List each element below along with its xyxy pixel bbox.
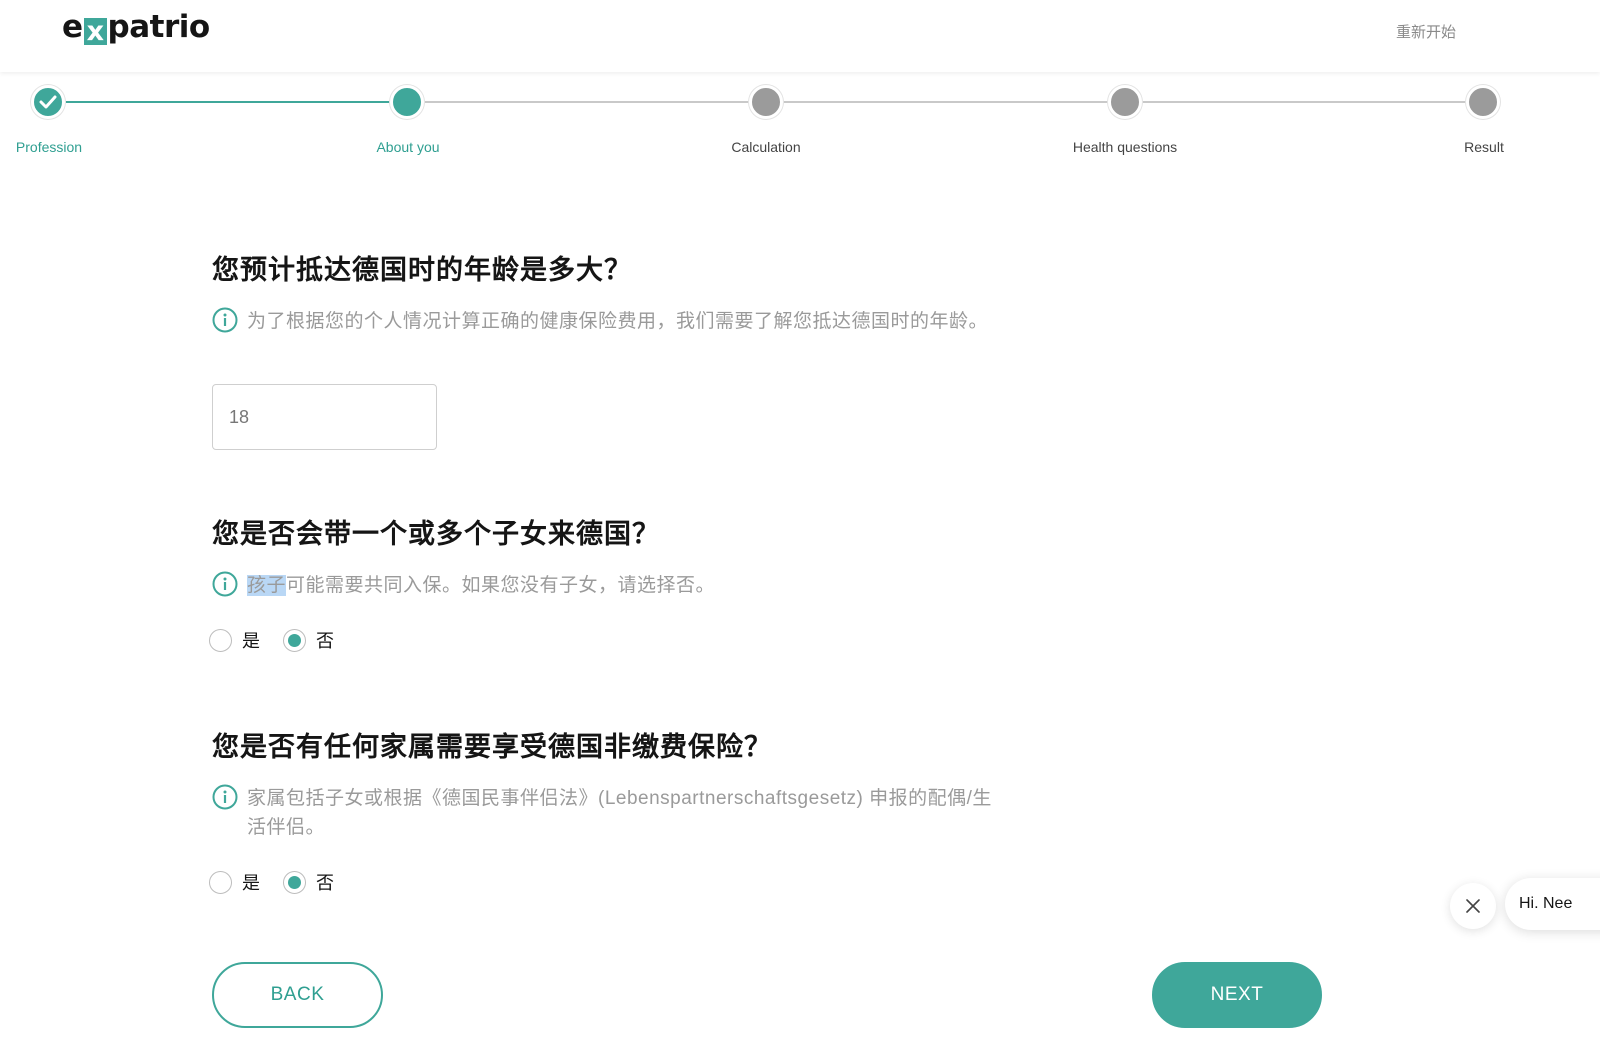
dependents-hint-text: 家属包括子女或根据《德国民事伴侣法》(Lebenspartnerschaftsg…: [247, 788, 992, 838]
age-input[interactable]: [212, 384, 437, 450]
info-icon: [212, 784, 238, 810]
step-label-profession[interactable]: Profession: [16, 139, 82, 155]
info-icon: [212, 307, 238, 333]
dependents-yes-radio[interactable]: [209, 870, 232, 894]
step-connector-2: [425, 101, 767, 103]
age-hint-text: 为了根据您的个人情况计算正确的健康保险费用，我们需要了解您抵达德国时的年龄。: [247, 311, 989, 332]
expatrio-logo[interactable]: e x patrio: [62, 8, 210, 46]
restart-link[interactable]: 重新开始: [1396, 21, 1456, 42]
close-icon: [1466, 899, 1480, 913]
step-label-calculation: Calculation: [731, 139, 801, 155]
children-hint: 孩子可能需要共同入保。如果您没有子女，请选择否。: [212, 571, 1012, 603]
next-button[interactable]: NEXT: [1152, 962, 1322, 1028]
step-connector-1: [66, 101, 408, 103]
dependents-radio-group: 是 否: [209, 869, 357, 895]
step-dot-about-you[interactable]: [390, 85, 424, 119]
dependents-no-radio[interactable]: [283, 870, 306, 894]
top-header: e x patrio 重新开始: [0, 0, 1600, 72]
step-dot-calculation: [749, 85, 783, 119]
children-yes-label[interactable]: 是: [242, 627, 260, 653]
children-no-label[interactable]: 否: [316, 627, 334, 653]
step-dot-profession[interactable]: [31, 85, 65, 119]
chat-greeting-bubble[interactable]: Hi. Nee: [1505, 878, 1600, 930]
children-no-radio[interactable]: [283, 628, 306, 652]
dependents-no-label[interactable]: 否: [316, 869, 334, 895]
dependents-hint: 家属包括子女或根据《德国民事伴侣法》(Lebenspartnerschaftsg…: [212, 784, 1012, 844]
dependents-yes-label[interactable]: 是: [242, 869, 260, 895]
chat-close-button[interactable]: [1450, 883, 1496, 929]
age-hint: 为了根据您的个人情况计算正确的健康保险费用，我们需要了解您抵达德国时的年龄。: [212, 307, 1012, 367]
step-dot-result: [1466, 85, 1500, 119]
age-question-title: 您预计抵达德国时的年龄是多大？: [212, 255, 632, 285]
children-yes-radio[interactable]: [209, 628, 232, 652]
children-hint-text: 孩子可能需要共同入保。如果您没有子女，请选择否。: [247, 575, 716, 596]
children-radio-group: 是 否: [209, 627, 357, 653]
selected-text: 孩子: [247, 575, 287, 596]
step-label-health-questions: Health questions: [1072, 139, 1178, 155]
info-icon: [212, 571, 238, 597]
step-label-about-you[interactable]: About you: [376, 139, 439, 155]
step-connector-3: [784, 101, 1126, 103]
back-button[interactable]: BACK: [212, 962, 383, 1028]
step-dot-health-questions: [1108, 85, 1142, 119]
step-label-result: Result: [1464, 139, 1504, 155]
step-connector-4: [1143, 101, 1485, 103]
check-icon: [39, 95, 57, 109]
dependents-question-title: 您是否有任何家属需要享受德国非缴费保险？: [212, 732, 772, 762]
children-question-title: 您是否会带一个或多个子女来德国？: [212, 519, 660, 549]
progress-stepper: Profession About you Calculation Health …: [0, 72, 1600, 182]
